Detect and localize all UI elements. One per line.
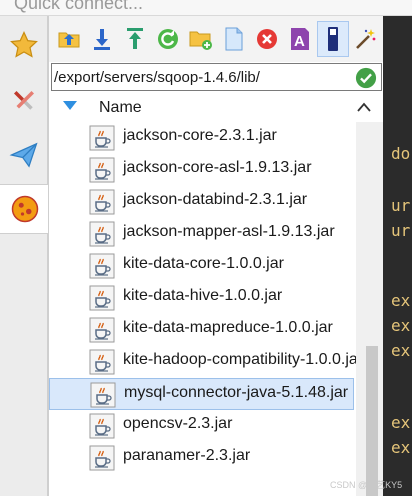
file-name: jackson-core-asl-1.9.13.jar — [123, 159, 312, 176]
rail-item-favorites[interactable] — [0, 20, 48, 70]
file-icon — [89, 349, 115, 375]
jar-file-icon — [90, 382, 116, 408]
editor-line: ex — [391, 413, 411, 432]
file-list: jackson-core-2.3.1.jar jackson-core-asl-1… — [49, 122, 384, 496]
editor-line: ur — [391, 221, 411, 240]
svg-text:A: A — [294, 33, 305, 50]
file-name: jackson-databind-2.3.1.jar — [123, 191, 308, 208]
new-folder-button[interactable] — [185, 21, 217, 57]
file-icon — [89, 221, 115, 247]
file-row[interactable]: paranamer-2.3.jar — [49, 442, 354, 474]
new-folder-icon — [189, 31, 212, 50]
file-name: paranamer-2.3.jar — [123, 447, 251, 464]
path-ok-button[interactable] — [355, 67, 377, 94]
file-row[interactable]: kite-data-core-1.0.0.jar — [49, 250, 354, 282]
file-row[interactable]: mysql-connector-java-5.1.48.jar — [49, 378, 354, 410]
file-name: kite-data-hive-1.0.0.jar — [123, 287, 283, 304]
jar-file-icon — [89, 349, 115, 375]
editor-line: ex — [391, 316, 411, 335]
editor-line: ex — [391, 341, 411, 360]
upload-button[interactable] — [119, 21, 151, 57]
watermark: CSDN @小艺KY5 — [330, 480, 403, 490]
parent-dir-button[interactable] — [53, 21, 85, 57]
quick-connect-bar[interactable]: Quick connect... — [0, 0, 412, 16]
list-header[interactable]: Name — [49, 94, 384, 122]
jar-file-icon — [89, 157, 115, 183]
jar-file-icon — [89, 445, 115, 471]
rail-item-sessions[interactable] — [0, 184, 49, 234]
toolbar: A — [49, 16, 384, 62]
column-name-header[interactable]: Name — [99, 99, 142, 117]
file-icon — [89, 413, 115, 439]
magic-wand-icon — [356, 29, 376, 49]
jar-file-icon — [89, 253, 115, 279]
file-row[interactable]: jackson-core-2.3.1.jar — [49, 122, 354, 154]
path-input[interactable]: /export/servers/sqoop-1.4.6/lib/ — [54, 69, 260, 86]
file-row[interactable]: jackson-mapper-asl-1.9.13.jar — [49, 218, 354, 250]
file-icon — [89, 317, 115, 343]
rail-item-send[interactable] — [0, 130, 48, 180]
tools-icon — [14, 91, 34, 110]
file-row[interactable]: kite-data-mapreduce-1.0.0.jar — [49, 314, 354, 346]
file-name: kite-hadoop-compatibility-1.0.0.jar — [123, 351, 364, 368]
file-icon — [89, 157, 115, 183]
upload-icon — [127, 28, 143, 49]
paper-plane-icon — [9, 142, 38, 168]
delete-icon — [257, 29, 277, 49]
editor-line: ur — [391, 196, 411, 215]
scroll-up-chevron-icon[interactable] — [357, 102, 371, 112]
refresh-button[interactable] — [152, 21, 184, 57]
jar-file-icon — [89, 413, 115, 439]
jar-file-icon — [89, 125, 115, 151]
jar-file-icon — [89, 221, 115, 247]
file-name: jackson-mapper-asl-1.9.13.jar — [123, 223, 335, 240]
folder-up-icon — [58, 32, 80, 48]
editor-line: ex — [391, 291, 411, 310]
download-button[interactable] — [86, 21, 118, 57]
editor-line: ex — [391, 438, 411, 457]
terminal-button[interactable] — [317, 21, 349, 57]
file-name: jackson-core-2.3.1.jar — [123, 127, 277, 144]
file-row[interactable]: kite-data-hive-1.0.0.jar — [49, 282, 354, 314]
file-row[interactable]: opencsv-2.3.jar — [49, 410, 354, 442]
quick-connect-label[interactable]: Quick connect... — [14, 0, 143, 14]
refresh-icon — [158, 29, 178, 49]
file-name: kite-data-mapreduce-1.0.0.jar — [123, 319, 333, 336]
magic-button[interactable] — [350, 21, 382, 57]
download-icon — [94, 29, 110, 50]
globe-icon — [11, 195, 38, 223]
new-file-icon — [225, 27, 243, 51]
file-icon — [89, 285, 115, 311]
file-row[interactable]: kite-hadoop-compatibility-1.0.0.jar — [49, 346, 363, 378]
editor-pane: do ur ur ex ex ex ex ex — [383, 16, 412, 496]
rename-button[interactable]: A — [284, 21, 316, 57]
file-name: opencsv-2.3.jar — [123, 415, 233, 432]
file-icon — [89, 253, 115, 279]
rename-icon: A — [291, 28, 309, 50]
file-row[interactable]: jackson-core-asl-1.9.13.jar — [49, 154, 354, 186]
jar-file-icon — [89, 285, 115, 311]
file-name: mysql-connector-java-5.1.48.jar — [124, 384, 349, 401]
left-rail — [0, 16, 49, 496]
usb-icon — [328, 27, 338, 51]
file-icon — [90, 382, 116, 408]
check-circle-icon — [355, 67, 377, 89]
rail-item-tools[interactable] — [0, 76, 48, 126]
file-panel: A /export/servers/sqoop-1.4.6/lib/ Name … — [48, 16, 384, 496]
file-row[interactable]: jackson-databind-2.3.1.jar — [49, 186, 354, 218]
star-icon — [10, 31, 38, 58]
vertical-scrollbar[interactable] — [356, 122, 384, 496]
file-icon — [89, 445, 115, 471]
file-icon — [89, 189, 115, 215]
editor-line: do — [391, 144, 411, 163]
delete-button[interactable] — [251, 21, 283, 57]
file-name: kite-data-core-1.0.0.jar — [123, 255, 284, 272]
file-icon — [89, 125, 115, 151]
new-file-button[interactable] — [218, 21, 250, 57]
path-field[interactable]: /export/servers/sqoop-1.4.6/lib/ — [51, 63, 382, 91]
sort-down-icon[interactable] — [63, 101, 77, 111]
scrollbar-thumb[interactable] — [366, 346, 378, 496]
jar-file-icon — [89, 317, 115, 343]
jar-file-icon — [89, 189, 115, 215]
